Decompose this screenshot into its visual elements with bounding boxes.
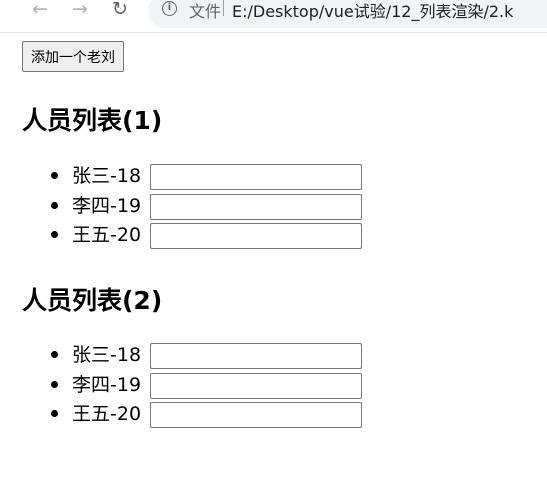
bullet-icon: [51, 201, 58, 209]
person-label: 李四-19: [72, 194, 142, 217]
person-list-2: 张三-18 李四-19 王五-20: [0, 342, 400, 431]
list-item: 张三-18: [0, 342, 400, 372]
browser-toolbar: ← → ↻ i 文件 E:/Desktop/vue试验/12_列表渲染/2.k: [0, 0, 547, 33]
list-item: 王五-20: [0, 401, 400, 431]
address-separator: [223, 0, 224, 16]
bullet-icon: [51, 172, 58, 179]
list-item: 李四-19: [0, 193, 400, 223]
list-item: 李四-19: [0, 372, 400, 402]
person-input[interactable]: [150, 164, 362, 190]
person-input[interactable]: [150, 343, 362, 369]
bullet-icon: [51, 231, 58, 238]
person-label: 王五-20: [72, 224, 142, 246]
person-label: 李四-19: [72, 373, 142, 396]
info-icon[interactable]: i: [162, 1, 177, 16]
person-input[interactable]: [150, 193, 362, 220]
person-input[interactable]: [150, 223, 362, 249]
list-title-1: 人员列表(1): [22, 106, 163, 135]
back-arrow-icon[interactable]: ←: [26, 0, 54, 18]
forward-arrow-icon[interactable]: →: [66, 0, 94, 18]
person-label: 张三-18: [72, 165, 142, 187]
list-item: 王五-20: [0, 222, 400, 252]
security-label: 文件: [189, 2, 222, 21]
person-list-1: 张三-18 李四-19 王五-20: [0, 163, 400, 252]
url-text[interactable]: E:/Desktop/vue试验/12_列表渲染/2.k: [232, 0, 547, 22]
list-title-2: 人员列表(2): [22, 286, 163, 315]
person-input[interactable]: [150, 372, 362, 399]
reload-icon[interactable]: ↻: [106, 0, 134, 18]
person-input[interactable]: [150, 402, 362, 428]
bullet-icon: [51, 410, 58, 417]
person-label: 张三-18: [72, 344, 142, 366]
bullet-icon: [51, 380, 58, 388]
list-item: 张三-18: [0, 163, 400, 193]
person-label: 王五-20: [72, 403, 142, 425]
add-person-button[interactable]: 添加一个老刘: [22, 41, 124, 72]
bullet-icon: [51, 351, 58, 358]
